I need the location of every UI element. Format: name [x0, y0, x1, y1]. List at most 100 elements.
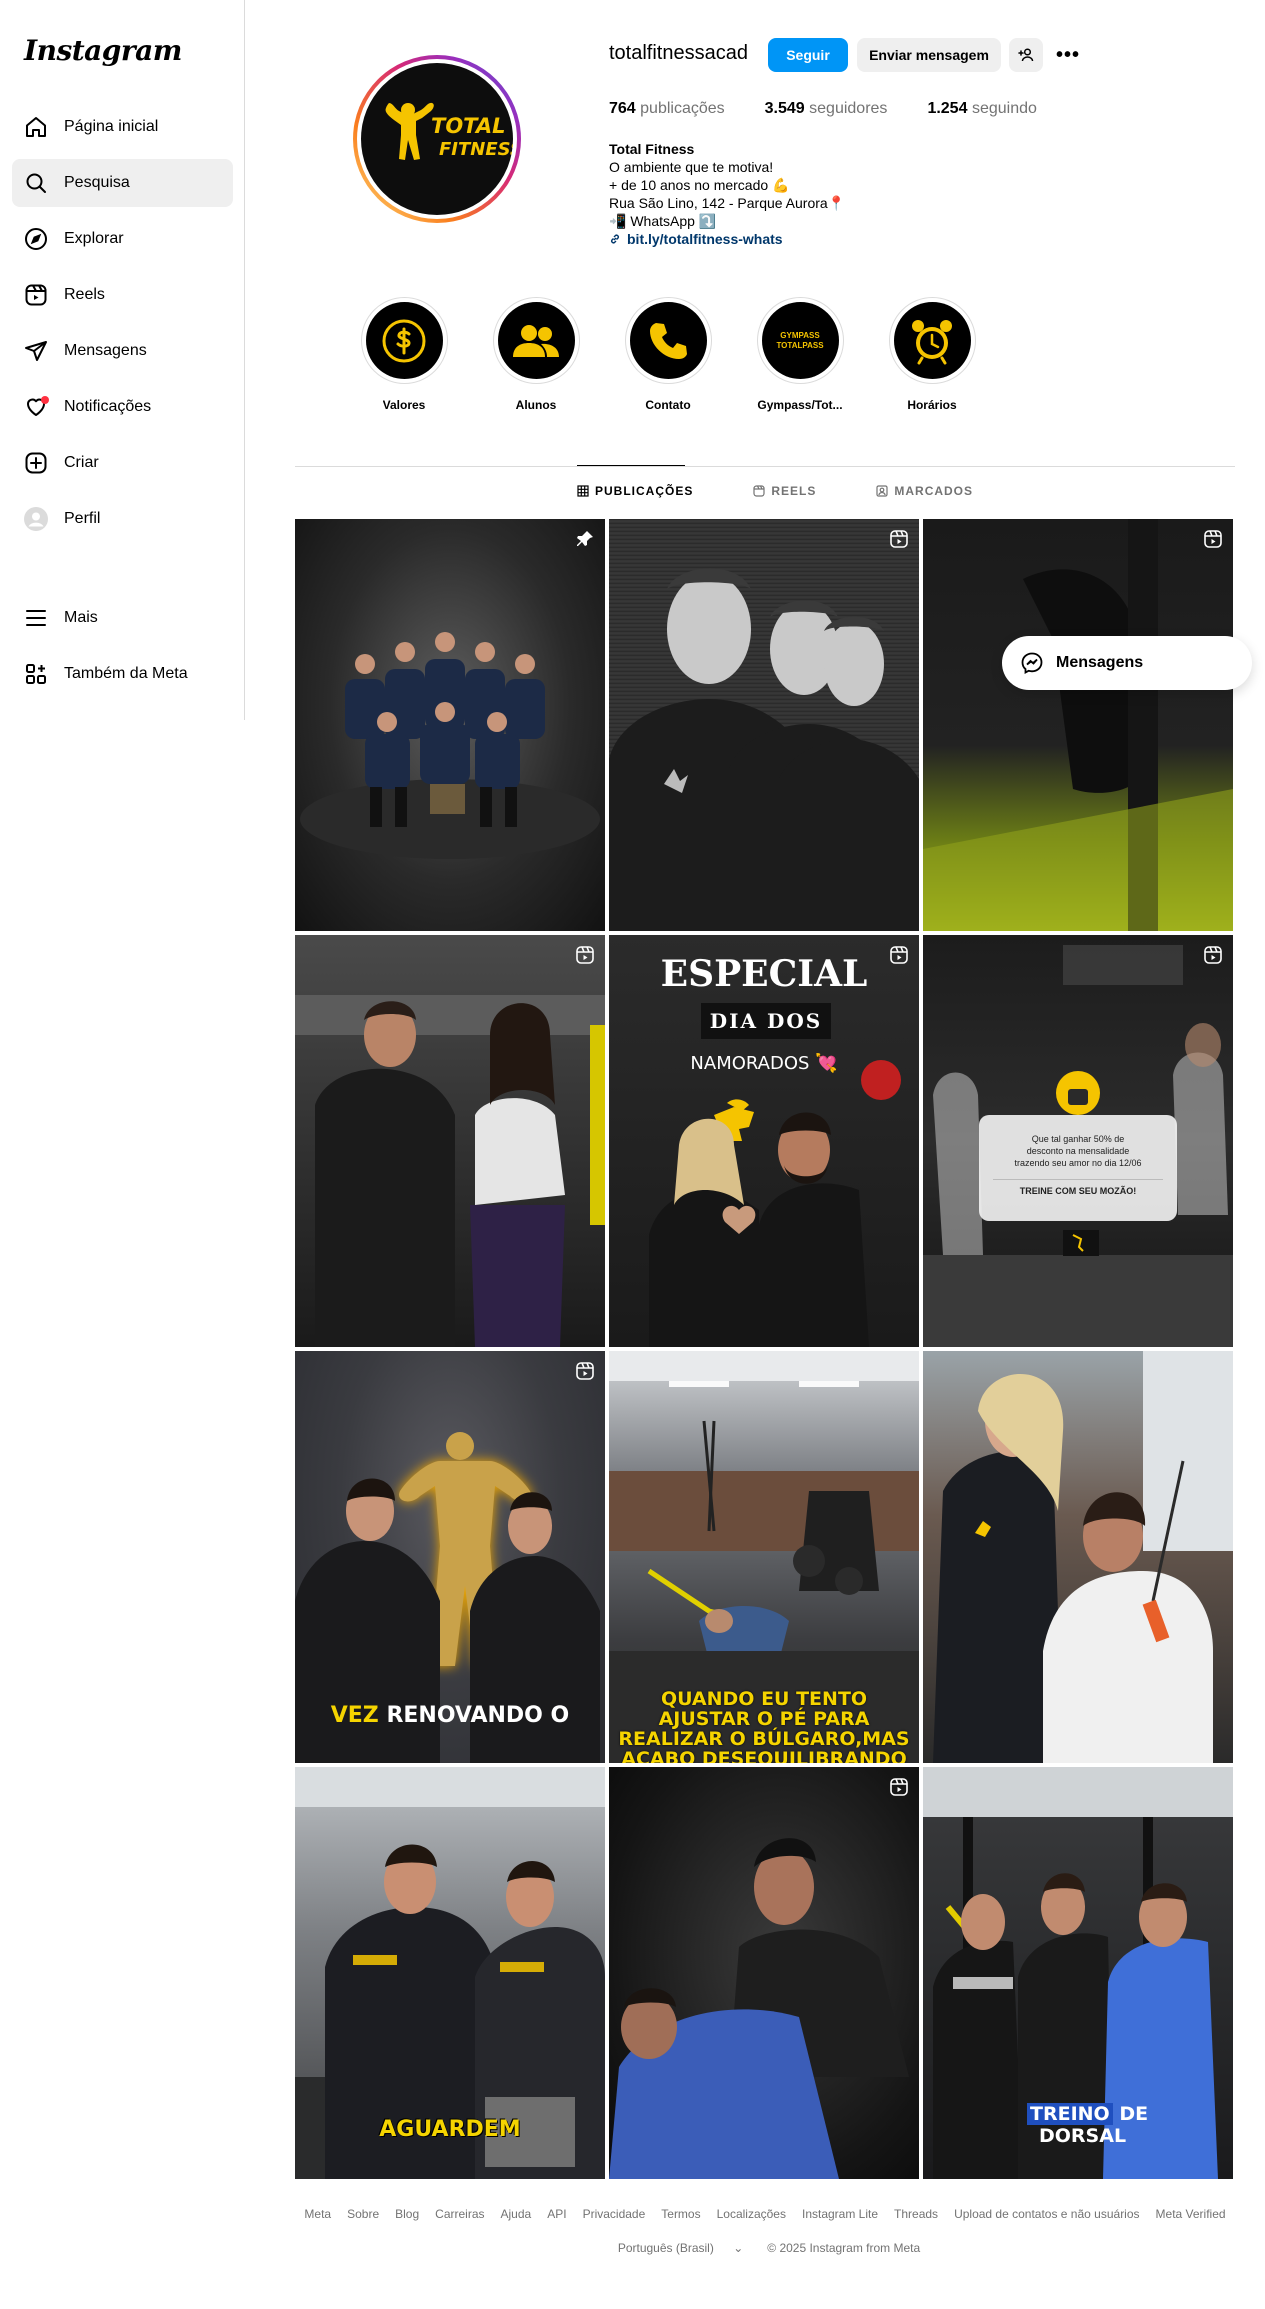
post-caption-line: QUANDO EU TENTO: [660, 1688, 868, 1710]
post-tile[interactable]: [295, 935, 605, 1347]
followers-label: seguidores: [809, 100, 888, 117]
sidebar-item-reels[interactable]: Reels: [12, 271, 233, 319]
compass-icon: [24, 227, 48, 251]
tab-posts[interactable]: PUBLICAÇÕES: [577, 484, 693, 498]
highlight-totalpass-text: TOTALPASS: [776, 340, 824, 350]
footer-link[interactable]: Ajuda: [501, 2207, 532, 2221]
post-tile[interactable]: QUANDO EU TENTO AJUSTAR O PÉ PARA REALIZ…: [609, 1351, 919, 1763]
stat-following[interactable]: 1.254 seguindo: [927, 100, 1036, 118]
footer-link[interactable]: Sobre: [347, 2207, 379, 2221]
post-tile[interactable]: TREINO DE DORSAL: [923, 1767, 1233, 2179]
highlight-ring: [888, 297, 976, 384]
sidebar-item-messages[interactable]: Mensagens: [12, 327, 233, 375]
sidebar-item-meta[interactable]: Também da Meta: [12, 650, 233, 698]
bio-link[interactable]: bit.ly/totalfitness-whats: [609, 230, 845, 248]
sidebar-item-more[interactable]: Mais: [12, 594, 233, 642]
machine-closeup-graphic: [923, 519, 1233, 931]
footer-link[interactable]: Termos: [661, 2207, 700, 2221]
highlight-horarios[interactable]: Horários: [866, 297, 998, 412]
tab-label: REELS: [771, 484, 817, 498]
post-tile[interactable]: ESPECIAL DIA DOS NAMORADOS 💘: [609, 935, 919, 1347]
post-caption-text: RENOVANDO O: [386, 1703, 570, 1728]
sidebar-item-search[interactable]: Pesquisa: [12, 159, 233, 207]
suggest-accounts-button[interactable]: [1009, 38, 1043, 72]
language-selector[interactable]: Português (Brasil) ⌄: [610, 2241, 751, 2255]
bio-line: 📲 WhatsApp ⤵️: [609, 213, 717, 229]
sidebar: Instagram Página inicial Pesquisa Explor…: [0, 0, 245, 720]
sidebar-item-create[interactable]: Criar: [12, 439, 233, 487]
sidebar-item-notifications[interactable]: Notificações: [12, 383, 233, 431]
post-caption-highlight: TREINO: [1027, 2103, 1113, 2125]
glowing-logo-graphic: [295, 1432, 600, 1763]
highlight-image: [365, 302, 443, 379]
profile-username: totalfitnessacad: [609, 42, 748, 64]
notification-dot: [41, 396, 49, 404]
sidebar-item-label: Criar: [64, 454, 99, 471]
triple-portrait-graphic: [609, 568, 919, 931]
highlight-gympass[interactable]: GYMPASS TOTALPASS Gympass/Tot...: [734, 297, 866, 412]
language-label: Português (Brasil): [617, 2241, 714, 2255]
highlight-contato[interactable]: Contato: [602, 297, 734, 412]
send-icon: [24, 339, 48, 363]
post-tile[interactable]: VEZ RENOVANDO O: [295, 1351, 605, 1763]
messages-floating-button[interactable]: Mensagens: [1002, 636, 1252, 690]
stat-followers[interactable]: 3.549 seguidores: [765, 100, 888, 118]
post-caption-line: REALIZAR O BÚLGARO,MAS: [618, 1728, 910, 1750]
send-message-button[interactable]: Enviar mensagem: [857, 38, 1001, 72]
tab-label: MARCADOS: [894, 484, 974, 498]
highlight-valores[interactable]: Valores: [338, 297, 470, 412]
post-tile[interactable]: [609, 519, 919, 931]
footer-link[interactable]: Blog: [395, 2207, 419, 2221]
footer-link[interactable]: Localizações: [717, 2207, 786, 2221]
sidebar-item-label: Página inicial: [64, 118, 159, 135]
footer-link[interactable]: Meta: [304, 2207, 331, 2221]
bio-link-text: bit.ly/totalfitness-whats: [627, 231, 783, 247]
highlight-image: [893, 302, 971, 379]
sidebar-item-profile[interactable]: Perfil: [12, 495, 233, 543]
highlight-alunos[interactable]: Alunos: [470, 297, 602, 412]
highlight-image: [629, 302, 707, 379]
active-tab-indicator: [577, 465, 685, 466]
sidebar-item-home[interactable]: Página inicial: [12, 103, 233, 151]
footer-links: Meta Sobre Blog Carreiras Ajuda API Priv…: [295, 2207, 1235, 2221]
sidebar-item-label: Perfil: [64, 510, 101, 527]
post-caption-line: DORSAL: [1039, 2125, 1127, 2147]
footer-link[interactable]: Carreiras: [435, 2207, 484, 2221]
post-caption-line: ACABO DESEQUILIBRANDO: [621, 1748, 907, 1763]
post-tile[interactable]: [923, 1351, 1233, 1763]
tab-reels[interactable]: REELS: [753, 484, 816, 498]
footer-link[interactable]: API: [547, 2207, 566, 2221]
alarm-clock-icon: [912, 319, 952, 364]
sidebar-item-label: Explorar: [64, 230, 124, 247]
post-tile[interactable]: [609, 1767, 919, 2179]
grid-icon: [577, 485, 589, 497]
promo-card-divider: [993, 1179, 1163, 1180]
people-icon: [513, 324, 559, 357]
footer-link[interactable]: Instagram Lite: [802, 2207, 878, 2221]
post-tile[interactable]: AGUARDEM: [295, 1767, 605, 2179]
avatar-brand-line2: FITNESS: [439, 139, 513, 160]
more-options-button[interactable]: •••: [1051, 38, 1085, 72]
reels-icon: [753, 485, 765, 497]
plus-square-icon: [24, 451, 48, 475]
post-tile[interactable]: Que tal ganhar 50% de desconto na mensal…: [923, 935, 1233, 1347]
instagram-logo[interactable]: Instagram: [24, 34, 182, 67]
couple-heart-graphic: [649, 1060, 901, 1347]
follow-button[interactable]: Seguir: [768, 38, 848, 72]
tab-tagged[interactable]: MARCADOS: [876, 484, 973, 498]
sidebar-bottom-nav: Mais Também da Meta: [12, 594, 233, 706]
profile-avatar: TOTAL FITNESS: [361, 63, 513, 215]
post-caption: VEZ RENOVANDO O: [295, 1703, 605, 1728]
footer-link[interactable]: Privacidade: [583, 2207, 646, 2221]
sidebar-item-explore[interactable]: Explorar: [12, 215, 233, 263]
post-caption-line: TREINO DE: [1027, 2103, 1148, 2125]
footer-link[interactable]: Meta Verified: [1156, 2207, 1226, 2221]
footer-link[interactable]: Threads: [894, 2207, 938, 2221]
profile-avatar-ring[interactable]: TOTAL FITNESS: [353, 55, 521, 223]
post-tile[interactable]: [295, 519, 605, 931]
sidebar-item-label: Mais: [64, 609, 98, 626]
sidebar-item-label: Reels: [64, 286, 105, 303]
post-tile[interactable]: [923, 519, 1233, 931]
highlight-label: Valores: [382, 398, 426, 412]
footer-link[interactable]: Upload de contatos e não usuários: [954, 2207, 1139, 2221]
